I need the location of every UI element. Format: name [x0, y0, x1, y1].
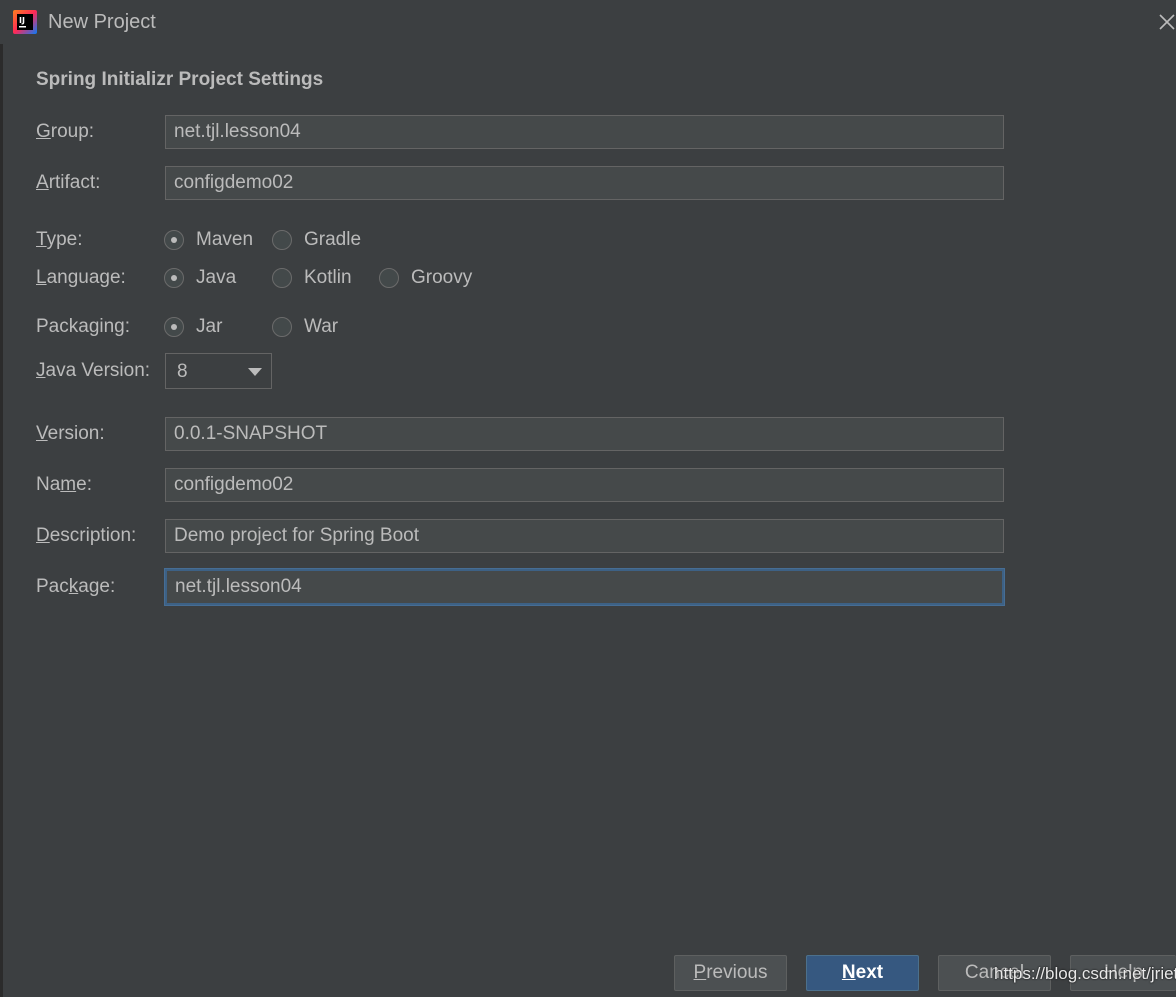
- radio-button[interactable]: [272, 268, 292, 288]
- version-label: Version:: [36, 423, 105, 444]
- chevron-down-icon: [248, 368, 262, 376]
- java-version-select[interactable]: 8: [165, 353, 272, 389]
- close-icon[interactable]: [1156, 11, 1176, 33]
- previous-button[interactable]: Previous: [674, 955, 787, 991]
- section-title: Spring Initializr Project Settings: [36, 69, 324, 90]
- packaging-label: Packaging:: [36, 316, 131, 337]
- artifact-label: Artifact:: [36, 172, 101, 193]
- intellij-logo-icon: IJ: [13, 10, 37, 34]
- artifact-field[interactable]: [165, 166, 1004, 200]
- window-title: New Project: [48, 11, 156, 33]
- version-field[interactable]: [165, 417, 1004, 451]
- radio-button[interactable]: [272, 230, 292, 250]
- radio-button[interactable]: [164, 317, 184, 337]
- type-label: Type:: [36, 229, 83, 250]
- description-label: Description:: [36, 525, 137, 546]
- language-radio-kotlin[interactable]: Kotlin: [272, 265, 352, 291]
- group-label: Group:: [36, 121, 95, 142]
- type-radio-gradle[interactable]: Gradle: [272, 227, 361, 253]
- radio-button[interactable]: [164, 268, 184, 288]
- package-field[interactable]: [165, 569, 1004, 605]
- description-field[interactable]: [165, 519, 1004, 553]
- radio-button[interactable]: [164, 230, 184, 250]
- group-field[interactable]: [165, 115, 1004, 149]
- watermark: https://blog.csdn.net/jriet: [994, 964, 1176, 983]
- name-label: Name:: [36, 474, 92, 495]
- left-edge: [0, 44, 3, 997]
- name-field[interactable]: [165, 468, 1004, 502]
- packaging-radio-jar[interactable]: Jar: [164, 314, 222, 340]
- language-radio-java[interactable]: Java: [164, 265, 236, 291]
- packaging-radio-war[interactable]: War: [272, 314, 338, 340]
- language-radio-groovy[interactable]: Groovy: [379, 265, 472, 291]
- type-radio-maven[interactable]: Maven: [164, 227, 253, 253]
- radio-button[interactable]: [379, 268, 399, 288]
- svg-text:IJ: IJ: [19, 16, 25, 25]
- title-bar: IJ New Project: [0, 0, 1176, 44]
- next-button[interactable]: Next: [806, 955, 919, 991]
- package-label: Package:: [36, 576, 116, 597]
- java-version-value: 8: [177, 361, 188, 382]
- radio-button[interactable]: [272, 317, 292, 337]
- language-label: Language:: [36, 267, 126, 288]
- java-version-label: Java Version:: [36, 360, 151, 381]
